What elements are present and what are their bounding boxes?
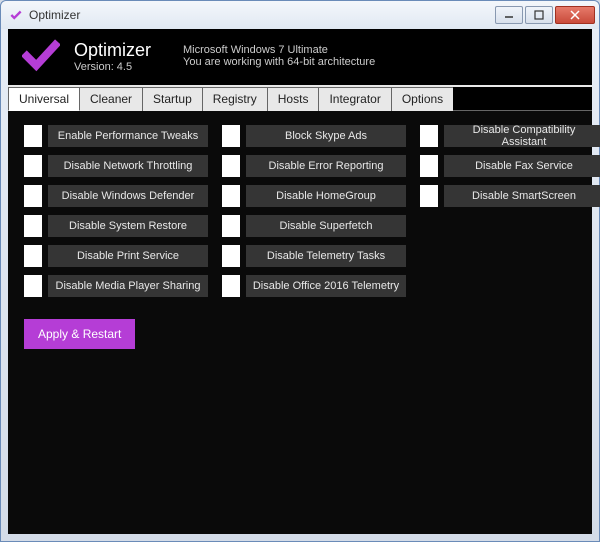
check-block-skype-ads[interactable] bbox=[222, 125, 240, 147]
tab-integrator[interactable]: Integrator bbox=[318, 87, 391, 111]
opt-windows-defender[interactable]: Disable Windows Defender bbox=[48, 185, 208, 207]
tab-hosts[interactable]: Hosts bbox=[267, 87, 320, 111]
apply-restart-button[interactable]: Apply & Restart bbox=[24, 319, 135, 349]
tab-cleaner[interactable]: Cleaner bbox=[79, 87, 143, 111]
check-superfetch[interactable] bbox=[222, 215, 240, 237]
minimize-button[interactable] bbox=[495, 6, 523, 24]
titlebar[interactable]: Optimizer bbox=[1, 1, 599, 29]
opt-performance-tweaks[interactable]: Enable Performance Tweaks bbox=[48, 125, 208, 147]
tab-universal[interactable]: Universal bbox=[8, 87, 80, 111]
check-print-service[interactable] bbox=[24, 245, 42, 267]
check-error-reporting[interactable] bbox=[222, 155, 240, 177]
check-office-telemetry[interactable] bbox=[222, 275, 240, 297]
check-performance-tweaks[interactable] bbox=[24, 125, 42, 147]
opt-superfetch[interactable]: Disable Superfetch bbox=[246, 215, 406, 237]
check-network-throttling[interactable] bbox=[24, 155, 42, 177]
opt-homegroup[interactable]: Disable HomeGroup bbox=[246, 185, 406, 207]
opt-block-skype-ads[interactable]: Block Skype Ads bbox=[246, 125, 406, 147]
check-telemetry-tasks[interactable] bbox=[222, 245, 240, 267]
maximize-button[interactable] bbox=[525, 6, 553, 24]
tab-content-universal: Enable Performance Tweaks Block Skype Ad… bbox=[8, 111, 592, 534]
opt-office-telemetry[interactable]: Disable Office 2016 Telemetry bbox=[246, 275, 406, 297]
arch-info: You are working with 64-bit architecture bbox=[183, 56, 375, 68]
opt-compat-assistant[interactable]: Disable Compatibility Assistant bbox=[444, 125, 600, 147]
titlebar-text: Optimizer bbox=[29, 8, 495, 22]
check-system-restore[interactable] bbox=[24, 215, 42, 237]
client-area: Optimizer Version: 4.5 Microsoft Windows… bbox=[8, 29, 592, 534]
app-version: Version: 4.5 bbox=[74, 61, 151, 73]
checkmark-icon bbox=[22, 37, 60, 75]
app-window: Optimizer Optimizer Version: 4.5 Microso… bbox=[0, 0, 600, 542]
tab-strip: Universal Cleaner Startup Registry Hosts… bbox=[8, 87, 592, 111]
check-compat-assistant[interactable] bbox=[420, 125, 438, 147]
tab-startup[interactable]: Startup bbox=[142, 87, 203, 111]
check-homegroup[interactable] bbox=[222, 185, 240, 207]
app-icon bbox=[9, 8, 23, 22]
os-info: Microsoft Windows 7 Ultimate bbox=[183, 44, 375, 56]
app-header: Optimizer Version: 4.5 Microsoft Windows… bbox=[8, 29, 592, 85]
opt-smartscreen[interactable]: Disable SmartScreen bbox=[444, 185, 600, 207]
opt-network-throttling[interactable]: Disable Network Throttling bbox=[48, 155, 208, 177]
app-title: Optimizer bbox=[74, 40, 151, 61]
check-media-player-sharing[interactable] bbox=[24, 275, 42, 297]
opt-error-reporting[interactable]: Disable Error Reporting bbox=[246, 155, 406, 177]
check-fax-service[interactable] bbox=[420, 155, 438, 177]
window-controls bbox=[495, 6, 595, 24]
tab-registry[interactable]: Registry bbox=[202, 87, 268, 111]
check-windows-defender[interactable] bbox=[24, 185, 42, 207]
opt-telemetry-tasks[interactable]: Disable Telemetry Tasks bbox=[246, 245, 406, 267]
tab-options[interactable]: Options bbox=[391, 87, 454, 111]
opt-media-player-sharing[interactable]: Disable Media Player Sharing bbox=[48, 275, 208, 297]
opt-print-service[interactable]: Disable Print Service bbox=[48, 245, 208, 267]
opt-system-restore[interactable]: Disable System Restore bbox=[48, 215, 208, 237]
check-smartscreen[interactable] bbox=[420, 185, 438, 207]
close-button[interactable] bbox=[555, 6, 595, 24]
opt-fax-service[interactable]: Disable Fax Service bbox=[444, 155, 600, 177]
